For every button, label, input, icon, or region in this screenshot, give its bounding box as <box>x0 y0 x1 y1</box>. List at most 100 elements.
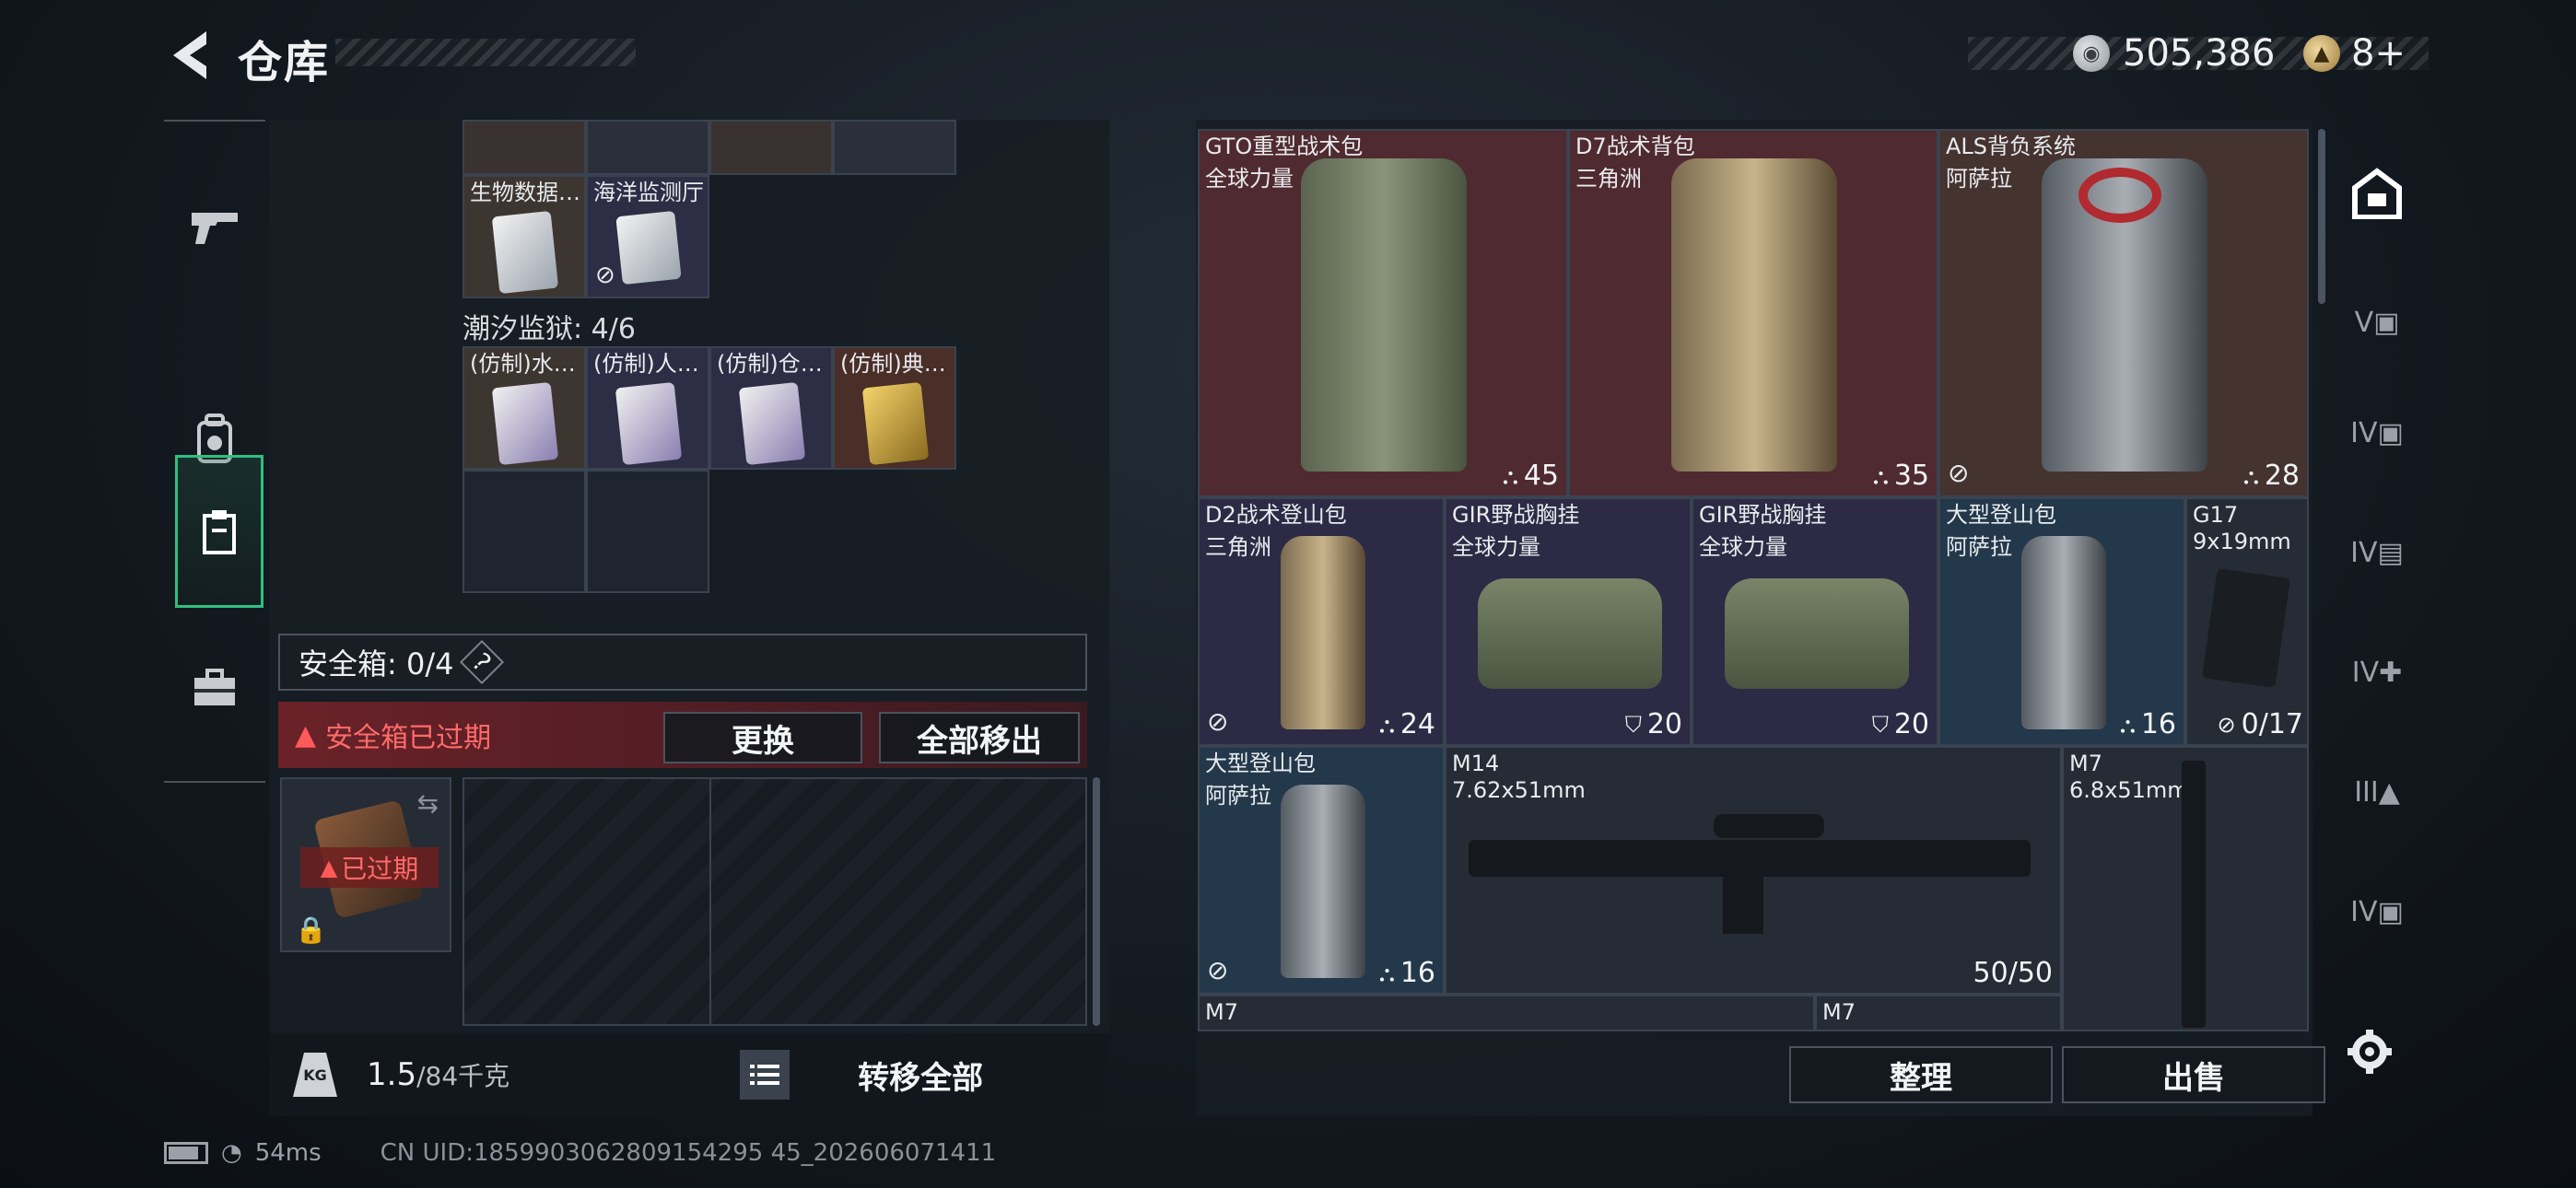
item-sub: 全球力量 <box>1452 534 1540 560</box>
storage-item[interactable]: M14 7.62x51mm 50/50 <box>1445 746 2062 995</box>
clipboard-icon <box>203 510 236 554</box>
collection-slot[interactable] <box>463 120 586 175</box>
safe-box-storage[interactable] <box>463 777 1087 1026</box>
empty-slot[interactable] <box>463 470 586 593</box>
no-insurance-icon: ⊘ <box>1207 706 1229 737</box>
capacity-badge: ⛬ 35 <box>1873 460 1929 492</box>
coin-icon: ◉ <box>2073 35 2110 72</box>
sidebar-level-iii-case[interactable]: III▲ <box>2336 755 2418 829</box>
safe-box-header: 安全箱: 0/4 ? <box>278 634 1087 691</box>
storage-item[interactable]: G17 9x19mm ⊘ 0/17 <box>2185 497 2309 746</box>
storage-item[interactable]: D2战术登山包 三角洲 ⊘ ⛬ 24 <box>1198 497 1445 746</box>
wifi-icon: ◔ <box>221 1139 242 1167</box>
replace-button[interactable]: 更换 <box>663 712 862 763</box>
item-name: GIR野战胸挂 <box>1452 502 1580 528</box>
battery-icon <box>164 1142 208 1164</box>
storage-item[interactable]: M7 <box>1198 995 1815 1031</box>
back-button[interactable] <box>164 26 216 85</box>
capacity-badge: ⛬ 16 <box>1379 957 1435 989</box>
list-view-button[interactable] <box>740 1050 790 1100</box>
sidebar-level-iv-medkit[interactable]: IV✚ <box>2336 635 2418 709</box>
collection-item[interactable]: (仿制)仓… <box>709 346 833 470</box>
title-decoration <box>335 39 636 66</box>
pistol-image <box>2202 568 2290 688</box>
collection-item[interactable]: (仿制)水… <box>463 346 586 470</box>
storage-item[interactable]: M7 6.8x51mm <box>2062 746 2309 1031</box>
transfer-all-button[interactable]: 转移全部 <box>858 1053 983 1098</box>
collection-item[interactable]: 生物数据… <box>463 175 586 298</box>
sidebar-level-v-case[interactable]: V▣ <box>2336 285 2418 359</box>
capacity-icon: ⛬ <box>1379 711 1395 738</box>
page-title: 仓库 <box>238 37 331 88</box>
backpack-image <box>2021 536 2106 729</box>
storage-item[interactable]: GIR野战胸挂 全球力量 ⛉ 20 <box>1692 497 1938 746</box>
left-scrollbar[interactable] <box>1093 777 1100 1026</box>
capacity-icon: ⛬ <box>2243 462 2259 489</box>
collection-item[interactable]: (仿制)人… <box>586 346 709 470</box>
nav-item-weapons[interactable] <box>164 177 265 278</box>
item-sub: 全球力量 <box>1699 534 1787 560</box>
backpack-image <box>1281 785 1365 978</box>
safe-box-label: 安全箱: 0/4 <box>299 646 454 681</box>
item-label: 海洋监测厅 <box>593 180 704 205</box>
collection-slot[interactable] <box>709 120 833 175</box>
backpack-image <box>1301 158 1467 472</box>
capacity-badge: ⛉ 20 <box>1871 708 1929 740</box>
storage-item[interactable]: 大型登山包 阿萨拉 ⛬ 16 <box>1938 497 2185 746</box>
storage-item[interactable]: ALS背负系统 阿萨拉 ⊘ ⛬ 28 <box>1938 129 2309 497</box>
settings-button[interactable] <box>2342 1024 2397 1079</box>
collection-slot[interactable] <box>586 120 709 175</box>
warning-icon: ▲ <box>295 718 317 751</box>
item-sub: 全球力量 <box>1205 166 1294 192</box>
capacity-icon: ⛬ <box>2120 711 2136 738</box>
briefcase-icon <box>194 669 235 705</box>
sidebar-storage-home[interactable] <box>2336 157 2418 230</box>
currency-amount: 505,386 <box>2123 32 2276 75</box>
lock-icon: 🔒 <box>295 914 327 945</box>
sell-button[interactable]: 出售 <box>2062 1046 2325 1103</box>
item-name: M7 <box>2069 751 2102 776</box>
nav-item-inventory[interactable] <box>175 455 263 608</box>
gear-icon <box>2348 1030 2392 1074</box>
storage-item[interactable]: GIR野战胸挂 全球力量 ⛉ 20 <box>1445 497 1692 746</box>
capacity-badge: ⛬ 16 <box>2120 708 2176 740</box>
chest-rig-image <box>1725 578 1909 689</box>
sidebar-level-iv-folder[interactable]: IV▤ <box>2336 516 2418 589</box>
level-badge[interactable]: ▲ 8+ <box>2303 28 2406 79</box>
ammo-count: ⊘ 0/17 <box>2217 708 2303 740</box>
collection-item[interactable]: (仿制)典… <box>833 346 956 470</box>
uid-text: CN UID:1859903062809154295 45_2026060714… <box>380 1139 997 1167</box>
list-icon <box>750 1065 780 1085</box>
status-bar: ◔ 54ms CN UID:1859903062809154295 45_202… <box>164 1136 996 1170</box>
no-insurance-icon: ⊘ <box>1948 458 1970 488</box>
help-button[interactable]: ? <box>460 639 505 685</box>
storage-item[interactable]: 大型登山包 阿萨拉 ⊘ ⛬ 16 <box>1198 746 1445 995</box>
collection-item[interactable]: 海洋监测厅 ⊘ <box>586 175 709 298</box>
right-scrollbar[interactable] <box>2318 129 2325 304</box>
item-name: 大型登山包 <box>1205 751 1316 776</box>
remove-all-button[interactable]: 全部移出 <box>879 712 1080 763</box>
rifle-image <box>2182 761 2206 1028</box>
weight-capacity: /84千克 <box>416 1061 510 1091</box>
nav-item-toolbox[interactable] <box>164 637 265 739</box>
ping-text: 54ms <box>254 1139 322 1167</box>
right-sidebar: V▣ IV▣ IV▤ IV✚ III▲ IV▣ <box>2336 129 2418 995</box>
sidebar-level-iv-case[interactable]: IV▣ <box>2336 396 2418 470</box>
organize-button[interactable]: 整理 <box>1789 1046 2053 1103</box>
item-name: GTO重型战术包 <box>1205 134 1364 159</box>
no-insurance-icon: ⊘ <box>2217 711 2236 738</box>
backpack-image <box>1281 536 1365 729</box>
storage-item[interactable]: M7 <box>1815 995 2062 1031</box>
storage-item[interactable]: D7战术背包 三角洲 ⛬ 35 <box>1568 129 1938 497</box>
item-name: M14 <box>1452 751 1500 776</box>
currency-display[interactable]: ◉ 505,386 <box>2073 28 2275 79</box>
grid-divider <box>709 777 711 1026</box>
storage-item[interactable]: GTO重型战术包 全球力量 ⛬ 45 <box>1198 129 1568 497</box>
item-label: 生物数据… <box>470 180 580 205</box>
expired-overlay: ▲ 已过期 <box>300 847 439 888</box>
collection-slot[interactable] <box>833 120 956 175</box>
sidebar-level-iv-case-2[interactable]: IV▣ <box>2336 875 2418 949</box>
safe-box-slot[interactable]: ▲ 已过期 ⇆ 🔒 <box>280 777 451 952</box>
empty-slot[interactable] <box>586 470 709 593</box>
item-name: ALS背负系统 <box>1946 134 2077 159</box>
